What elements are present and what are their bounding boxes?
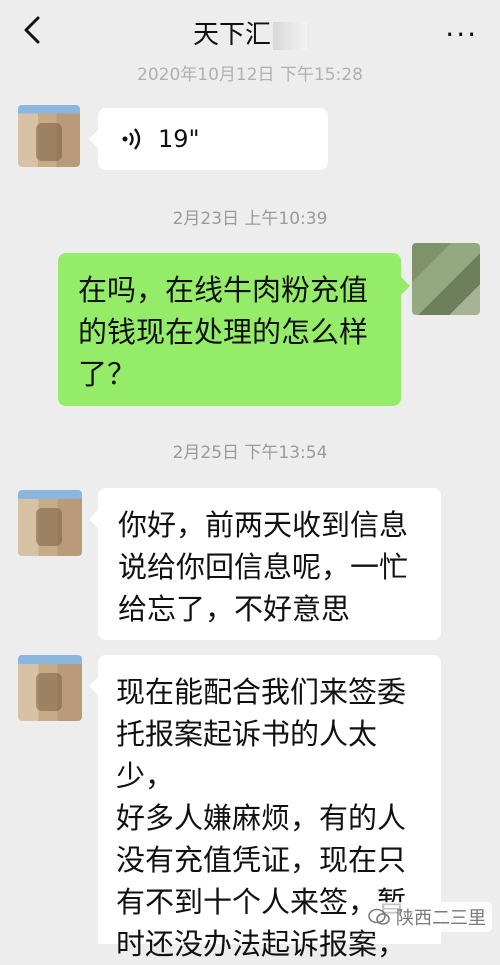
wechat-logo-icon xyxy=(368,908,390,925)
voice-wave-icon xyxy=(122,128,141,150)
contact-avatar[interactable] xyxy=(18,490,82,556)
message-line: 了？ xyxy=(78,357,137,391)
source-watermark: 陕西二三里 xyxy=(362,902,492,932)
timestamp: 2月25日 下午13:54 xyxy=(172,443,328,463)
title-redaction xyxy=(273,21,307,50)
contact-avatar[interactable] xyxy=(18,655,82,721)
self-avatar[interactable] xyxy=(412,243,480,315)
message-line: 现在能配合我们来签委 xyxy=(116,675,407,709)
timestamp: 2月23日 上午10:39 xyxy=(172,209,328,229)
message-line: 在吗，在线牛肉粉充值 xyxy=(78,273,369,307)
message-line: 给忘了，不好意思 xyxy=(118,592,351,626)
watermark-text: 陕西二三里 xyxy=(396,908,486,929)
more-options-icon[interactable]: ··· xyxy=(445,18,478,51)
received-message-bubble[interactable]: 现在能配合我们来签委 托报案起诉书的人太少， 好多人嫌麻烦，有的人 没有充值凭证… xyxy=(89,655,441,961)
contact-avatar[interactable] xyxy=(18,105,80,167)
voice-message: 19" xyxy=(122,124,304,154)
message-line: 说给你回信息呢，一忙 xyxy=(118,550,409,584)
chat-title: 天下汇 xyxy=(0,14,500,51)
message-line: 没有充值凭证，现在只 xyxy=(116,843,407,877)
message-line: 托报案起诉书的人太少， xyxy=(116,717,378,793)
message-line: 的钱现在处理的怎么样 xyxy=(78,315,369,349)
voice-duration: 19" xyxy=(158,125,200,153)
message-line: 好多人嫌麻烦，有的人 xyxy=(116,801,407,835)
received-message-bubble[interactable]: 你好，前两天收到信息 说给你回信息呢，一忙 给忘了，不好意思 xyxy=(89,488,441,640)
timestamp: 2020年10月12日 下午15:28 xyxy=(137,65,363,85)
message-line: 你好，前两天收到信息 xyxy=(118,508,409,542)
chat-header: 天下汇 ··· xyxy=(0,0,500,62)
voice-message-bubble[interactable]: 19" xyxy=(89,108,328,170)
chat-title-text: 天下汇 xyxy=(192,20,271,50)
sent-message-bubble[interactable]: 在吗，在线牛肉粉充值 的钱现在处理的怎么样 了？ xyxy=(58,253,410,406)
